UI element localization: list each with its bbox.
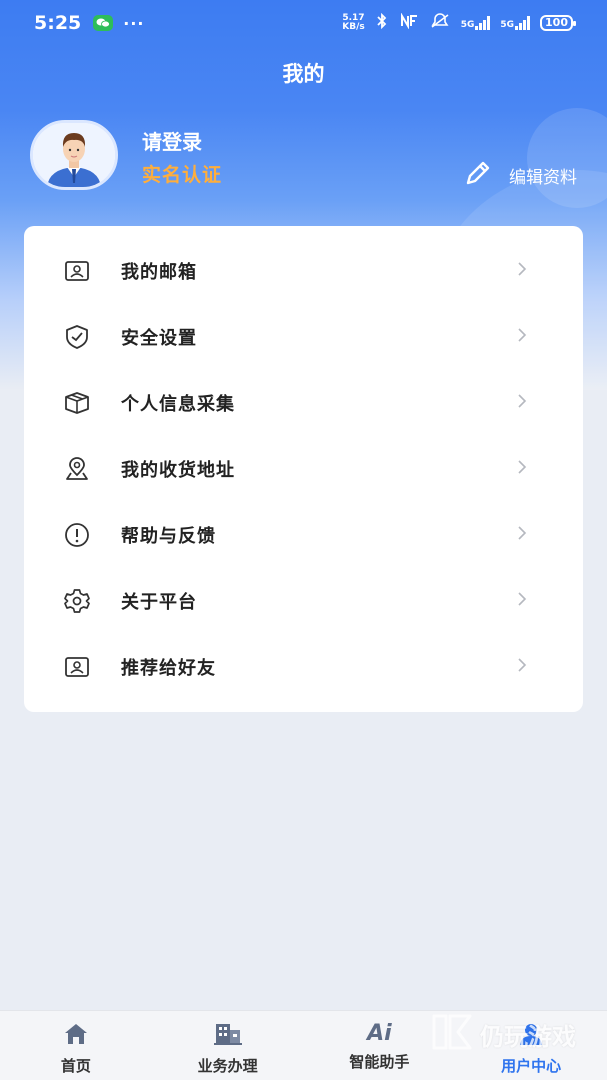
menu-card: 我的邮箱 安全设置 个人信息采集 我的收货地址 帮助与反馈 关于平台 推荐给好友 bbox=[24, 226, 583, 712]
wechat-icon bbox=[93, 15, 114, 31]
tab-home[interactable]: 首页 bbox=[0, 1011, 152, 1080]
avatar[interactable] bbox=[30, 120, 118, 190]
menu-item-label: 我的邮箱 bbox=[121, 262, 197, 283]
menu-item-label: 帮助与反馈 bbox=[121, 526, 216, 547]
menu-item-label: 安全设置 bbox=[121, 328, 197, 349]
building-icon bbox=[213, 1021, 243, 1051]
mailbox-icon bbox=[62, 256, 92, 286]
menu-item-address[interactable]: 我的收货地址 bbox=[24, 436, 583, 502]
edit-profile-button[interactable]: 编辑资料 bbox=[463, 158, 577, 192]
chevron-right-icon bbox=[517, 657, 527, 677]
watermark: 仍玩游戏 bbox=[430, 1012, 576, 1056]
chevron-right-icon bbox=[517, 261, 527, 281]
user-avatar-icon bbox=[33, 123, 115, 187]
tab-business[interactable]: 业务办理 bbox=[152, 1011, 304, 1080]
bluetooth-icon bbox=[375, 12, 389, 33]
network-type: 5G bbox=[500, 20, 515, 30]
battery-indicator: 100 bbox=[540, 15, 576, 31]
menu-item-label: 我的收货地址 bbox=[121, 460, 235, 481]
net-speed-unit: KB/s bbox=[342, 22, 365, 32]
home-icon bbox=[62, 1021, 90, 1051]
pencil-icon bbox=[463, 158, 493, 192]
menu-item-label: 关于平台 bbox=[121, 592, 197, 613]
tab-label: 业务办理 bbox=[197, 1057, 258, 1075]
menu-item-mailbox[interactable]: 我的邮箱 bbox=[24, 238, 583, 304]
page-title: 我的 bbox=[282, 62, 325, 86]
menu-item-recommend[interactable]: 推荐给好友 bbox=[24, 634, 583, 700]
nfc-icon bbox=[399, 12, 419, 33]
tab-label: 首页 bbox=[60, 1057, 91, 1075]
signal-icon bbox=[515, 16, 531, 30]
chevron-right-icon bbox=[517, 327, 527, 347]
menu-item-security[interactable]: 安全设置 bbox=[24, 304, 583, 370]
location-pin-icon bbox=[62, 454, 92, 484]
menu-item-label: 个人信息采集 bbox=[121, 394, 235, 415]
tab-label: 用户中心 bbox=[501, 1057, 562, 1075]
signal-icon bbox=[475, 16, 491, 30]
package-box-icon bbox=[62, 388, 92, 418]
menu-item-about[interactable]: 关于平台 bbox=[24, 568, 583, 634]
menu-item-help-feedback[interactable]: 帮助与反馈 bbox=[24, 502, 583, 568]
ai-icon: Ai bbox=[367, 1021, 392, 1046]
chevron-right-icon bbox=[517, 525, 527, 545]
watermark-text: 仍玩游戏 bbox=[480, 1022, 576, 1051]
more-dots-icon: ··· bbox=[123, 13, 145, 33]
network-speed: 5.17 KB/s bbox=[342, 14, 364, 32]
login-prompt[interactable]: 请登录 bbox=[142, 126, 202, 155]
status-bar: 5:25 ··· 5.17 KB/s 5G 5G 100 bbox=[0, 0, 607, 46]
real-name-verification-link[interactable]: 实名认证 bbox=[142, 160, 222, 187]
watermark-logo-icon bbox=[430, 1012, 474, 1056]
chevron-right-icon bbox=[517, 591, 527, 611]
alert-circle-icon bbox=[62, 520, 92, 550]
menu-item-label: 推荐给好友 bbox=[121, 658, 216, 679]
recommend-icon bbox=[62, 652, 92, 682]
chevron-right-icon bbox=[517, 393, 527, 413]
mute-icon bbox=[429, 13, 451, 33]
tab-label: 智能助手 bbox=[349, 1053, 410, 1071]
menu-item-personal-info[interactable]: 个人信息采集 bbox=[24, 370, 583, 436]
edit-profile-label: 编辑资料 bbox=[509, 167, 577, 188]
status-time: 5:25 bbox=[34, 12, 82, 34]
shield-check-icon bbox=[62, 322, 92, 352]
gear-icon bbox=[62, 586, 92, 616]
chevron-right-icon bbox=[517, 459, 527, 479]
network-type: 5G bbox=[460, 20, 475, 30]
